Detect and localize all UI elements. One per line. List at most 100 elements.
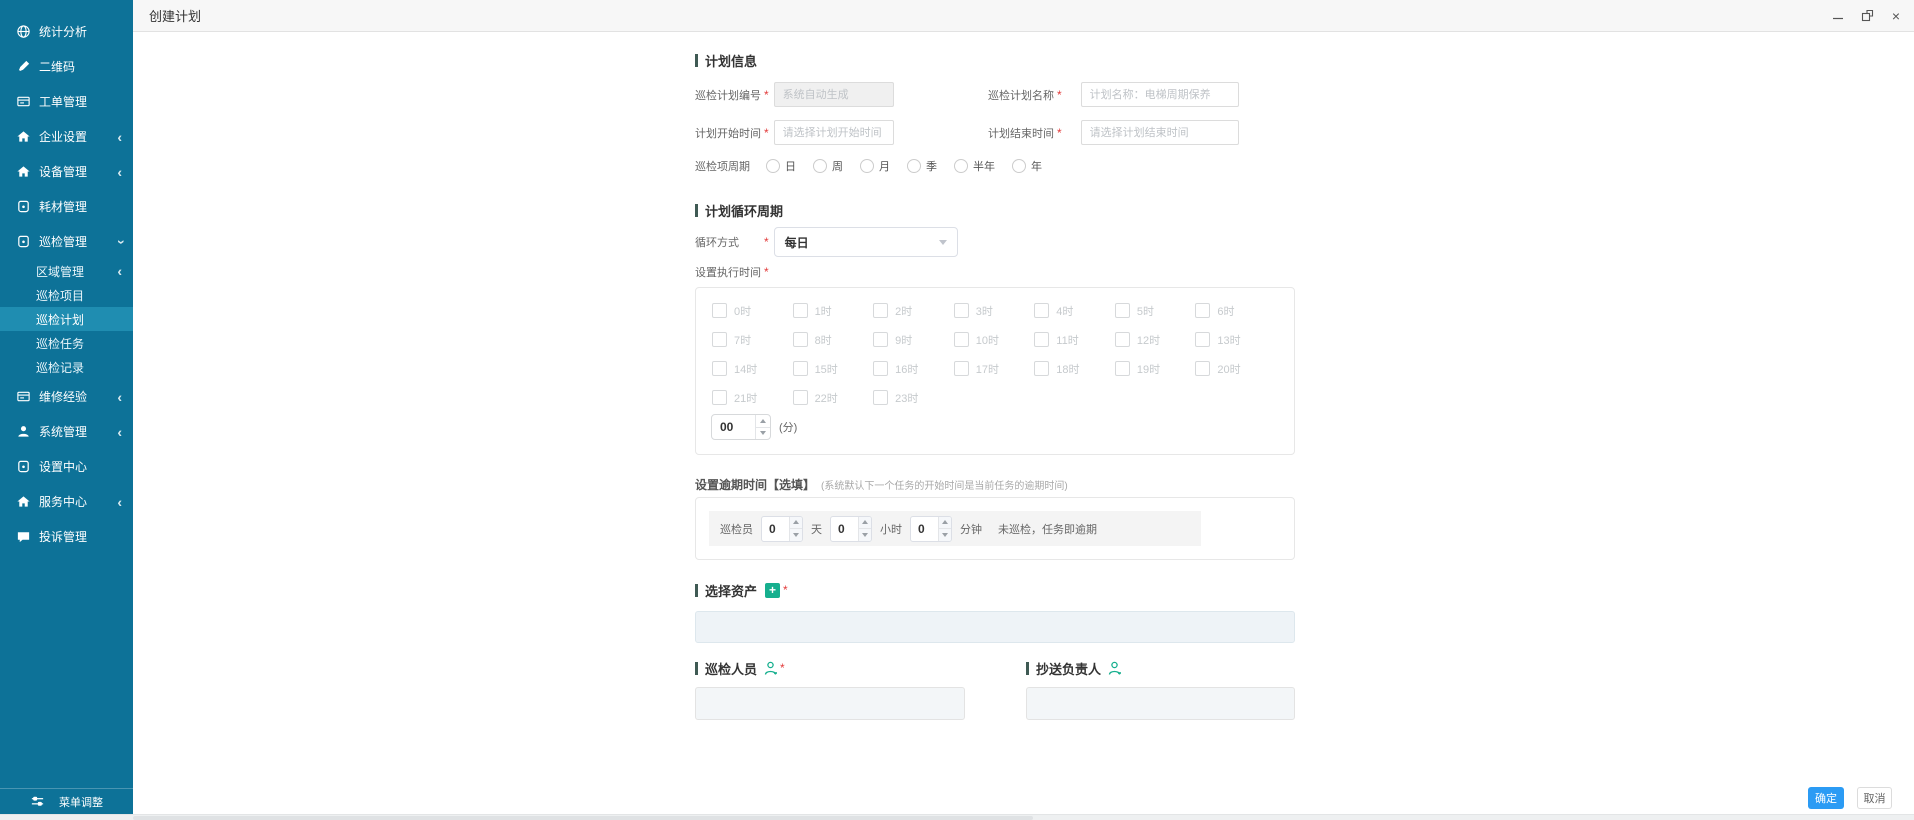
overdue-hour-input[interactable]: [831, 517, 858, 541]
checkbox-hour-4时[interactable]: 4时: [1034, 301, 1115, 320]
stepper-down-icon[interactable]: [859, 528, 871, 541]
sidebar-item-系统管理[interactable]: 系统管理‹: [0, 414, 133, 449]
add-person-icon[interactable]: [764, 661, 777, 676]
checkbox-hour-1时[interactable]: 1时: [793, 301, 874, 320]
minute-value-input[interactable]: [712, 415, 755, 439]
asset-select-area[interactable]: [695, 611, 1295, 643]
sidebar-subitem-巡检记录[interactable]: 巡检记录: [0, 355, 133, 379]
radio-cycle-年[interactable]: 年: [1012, 158, 1042, 174]
scrollbar-thumb[interactable]: [133, 816, 1033, 820]
confirm-button[interactable]: 确定: [1808, 787, 1844, 809]
checkbox-hour-2时[interactable]: 2时: [873, 301, 954, 320]
overdue-hour-stepper[interactable]: [830, 516, 872, 542]
stepper-down-icon[interactable]: [939, 528, 951, 541]
start-time-input[interactable]: [774, 120, 894, 145]
checkbox-hour-12时[interactable]: 12时: [1115, 330, 1196, 349]
minimize-icon[interactable]: [1830, 8, 1846, 24]
cc-title: 抄送负责人: [1036, 659, 1101, 678]
sidebar-item-投诉管理[interactable]: 投诉管理: [0, 519, 133, 554]
sidebar-item-企业设置[interactable]: 企业设置‹: [0, 119, 133, 154]
stepper-down-icon[interactable]: [790, 528, 802, 541]
stepper-up-icon[interactable]: [756, 415, 770, 427]
sidebar-item-耗材管理[interactable]: 耗材管理: [0, 189, 133, 224]
sidebar-item-设备管理[interactable]: 设备管理‹: [0, 154, 133, 189]
inspector-select-area[interactable]: [695, 687, 965, 720]
checkbox-hour-15时[interactable]: 15时: [793, 359, 874, 378]
sidebar-item-label: 统计分析: [39, 23, 87, 40]
checkbox-hour-22时[interactable]: 22时: [793, 388, 874, 407]
checkbox-hour-9时[interactable]: 9时: [873, 330, 954, 349]
sidebar-item-巡检管理[interactable]: 巡检管理‹: [0, 224, 133, 259]
sidebar-item-label: 工单管理: [39, 93, 87, 110]
checkbox-hour-23时[interactable]: 23时: [873, 388, 954, 407]
overdue-minute-stepper[interactable]: [910, 516, 952, 542]
checkbox-hour-19时[interactable]: 19时: [1115, 359, 1196, 378]
checkbox-hour-17时[interactable]: 17时: [954, 359, 1035, 378]
sidebar-subitem-巡检计划[interactable]: 巡检计划: [0, 307, 133, 331]
checkbox-hour-10时[interactable]: 10时: [954, 330, 1035, 349]
radio-cycle-半年[interactable]: 半年: [954, 158, 995, 174]
overdue-day-stepper[interactable]: [761, 516, 803, 542]
checkbox-icon: [1115, 303, 1130, 318]
cancel-button[interactable]: 取消: [1857, 787, 1892, 809]
hour-label: 0时: [734, 303, 751, 319]
checkbox-hour-21时[interactable]: 21时: [712, 388, 793, 407]
horizontal-scrollbar[interactable]: [0, 814, 1914, 820]
checkbox-hour-13时[interactable]: 13时: [1195, 330, 1276, 349]
checkbox-hour-11时[interactable]: 11时: [1034, 330, 1115, 349]
sidebar-item-label: 设备管理: [39, 163, 87, 180]
cycle-options: 日 周 月 季 半年 年: [766, 158, 1059, 174]
checkbox-hour-8时[interactable]: 8时: [793, 330, 874, 349]
radio-label: 年: [1031, 158, 1042, 174]
checkbox-hour-5时[interactable]: 5时: [1115, 301, 1196, 320]
add-asset-button[interactable]: +: [765, 583, 780, 598]
cc-select-area[interactable]: [1026, 687, 1295, 720]
overdue-minute-input[interactable]: [911, 517, 938, 541]
radio-cycle-日[interactable]: 日: [766, 158, 796, 174]
checkbox-hour-16时[interactable]: 16时: [873, 359, 954, 378]
checkbox-hour-20时[interactable]: 20时: [1195, 359, 1276, 378]
radio-cycle-季[interactable]: 季: [907, 158, 937, 174]
loop-mode-select[interactable]: 每日: [774, 227, 958, 257]
plan-no-input[interactable]: [774, 82, 894, 107]
sidebar-item-设置中心[interactable]: 设置中心: [0, 449, 133, 484]
overdue-prefix-label: 巡检员: [720, 521, 753, 537]
radio-cycle-周[interactable]: 周: [813, 158, 843, 174]
add-person-icon[interactable]: [1108, 661, 1121, 676]
checkbox-icon: [1034, 361, 1049, 376]
menu-adjust-button[interactable]: 菜单调整: [0, 788, 133, 814]
checkbox-hour-18时[interactable]: 18时: [1034, 359, 1115, 378]
checkbox-hour-6时[interactable]: 6时: [1195, 301, 1276, 320]
checkbox-hour-7时[interactable]: 7时: [712, 330, 793, 349]
checkbox-hour-3时[interactable]: 3时: [954, 301, 1035, 320]
sidebar-subitem-巡检项目[interactable]: 巡检项目: [0, 283, 133, 307]
chevron-left-icon: ‹: [117, 129, 122, 145]
stepper-up-icon[interactable]: [939, 517, 951, 529]
loop-mode-value: 每日: [785, 234, 939, 251]
stepper-up-icon[interactable]: [859, 517, 871, 529]
checkbox-icon: [712, 303, 727, 318]
sidebar-item-统计分析[interactable]: 统计分析: [0, 14, 133, 49]
checkbox-hour-0时[interactable]: 0时: [712, 301, 793, 320]
sidebar-subitem-区域管理[interactable]: 区域管理‹: [0, 259, 133, 283]
radio-cycle-月[interactable]: 月: [860, 158, 890, 174]
sidebar-item-工单管理[interactable]: 工单管理: [0, 84, 133, 119]
sliders-icon: [30, 794, 45, 809]
stepper-down-icon[interactable]: [756, 427, 770, 440]
sidebar-item-维修经验[interactable]: 维修经验‹: [0, 379, 133, 414]
sidebar-subitem-巡检任务[interactable]: 巡检任务: [0, 331, 133, 355]
overdue-day-input[interactable]: [762, 517, 789, 541]
checkbox-icon: [1195, 361, 1210, 376]
checkbox-hour-14时[interactable]: 14时: [712, 359, 793, 378]
radio-circle-icon: [766, 159, 780, 173]
sidebar-item-二维码[interactable]: 二维码: [0, 49, 133, 84]
end-time-input[interactable]: [1081, 120, 1239, 145]
stepper-up-icon[interactable]: [790, 517, 802, 529]
row-start-end-time: 计划开始时间 * 计划结束时间 *: [695, 120, 1428, 145]
plan-name-input[interactable]: [1081, 82, 1239, 107]
sidebar-item-服务中心[interactable]: 服务中心‹: [0, 484, 133, 519]
minute-stepper[interactable]: [711, 414, 771, 440]
restore-icon[interactable]: [1859, 8, 1875, 24]
window-controls: ×: [1830, 0, 1904, 31]
close-icon[interactable]: ×: [1888, 8, 1904, 24]
